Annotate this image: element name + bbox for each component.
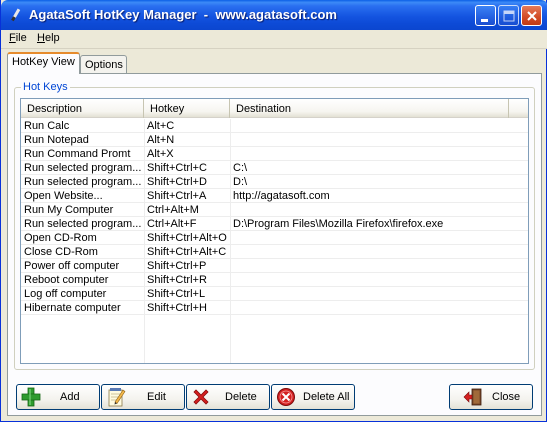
table-row[interactable]: Open Website... Shift+Ctrl+A http://agatas… [21,189,528,203]
cell-destination [230,245,528,259]
table-row[interactable]: Run Notepad Alt+N [21,133,528,147]
table-row[interactable]: Run selected program... Ctrl+Alt+F D:\Prog… [21,217,528,231]
cell-destination [230,273,528,287]
menu-help[interactable]: Help [37,32,60,44]
cell-destination [230,203,528,217]
column-filler [509,99,528,118]
hotkey-list[interactable]: Description Hotkey Destination Run Calc A… [20,98,529,364]
table-row[interactable]: Run selected program... Shift+Ctrl+C C:\ [21,161,528,175]
minimize-icon [481,19,488,22]
green-plus-icon [21,387,41,407]
close-button[interactable]: Close [449,384,533,410]
app-window: AgataSoft HotKey Manager - www.agatasoft… [0,0,547,422]
cell-description: Run My Computer [24,204,114,216]
close-icon [527,11,537,21]
close-label: Close [492,391,521,403]
cell-destination [230,287,528,301]
table-row[interactable]: Hibernate computer Shift+Ctrl+H [21,301,528,315]
red-x-icon [193,389,209,405]
column-destination[interactable]: Destination [230,99,509,118]
tab-panel: Hot Keys Description Hotkey Destination … [7,73,542,416]
cell-hotkey: Shift+Ctrl+P [147,260,207,272]
cell-description: Run selected program... [24,176,142,188]
table-row[interactable]: Close CD-Rom Shift+Ctrl+Alt+C [21,245,528,259]
title-bar[interactable]: AgataSoft HotKey Manager - www.agatasoft… [1,0,547,30]
add-button[interactable]: Add [16,384,100,410]
cell-destination [230,231,528,245]
table-row[interactable]: Run Calc Alt+C [21,119,528,133]
cell-destination [230,133,528,147]
cell-hotkey: Shift+Ctrl+Alt+C [147,246,227,258]
cell-description: Open Website... [24,190,103,202]
cell-destination: http://agatasoft.com [233,190,330,202]
delete-all-button[interactable]: Delete All [271,384,355,410]
cell-hotkey: Shift+Ctrl+R [147,274,207,286]
column-description[interactable]: Description [21,99,144,118]
red-circle-x-icon [277,388,295,406]
table-row[interactable]: Run My Computer Ctrl+Alt+M [21,203,528,217]
delete-button[interactable]: Delete [186,384,270,410]
cell-description: Run Notepad [24,134,89,146]
cell-hotkey: Ctrl+Alt+F [147,218,197,230]
tab-hotkey-view[interactable]: HotKey View [7,52,80,74]
cell-hotkey: Alt+N [147,134,175,146]
delete-all-label: Delete All [303,391,350,403]
table-row[interactable]: Run Command Promt Alt+X [21,147,528,161]
cell-description: Open CD-Rom [24,232,97,244]
cell-hotkey: Shift+Ctrl+H [147,302,207,314]
cell-destination [230,147,528,161]
cell-destination [230,119,528,133]
cell-hotkey: Alt+X [147,148,174,160]
cell-description: Run selected program... [24,218,142,230]
exit-door-icon [463,388,482,406]
window-title: AgataSoft HotKey Manager - www.agatasoft… [29,7,337,22]
list-body: Run Calc Alt+C Run Notepad Alt+N Run Command… [21,119,528,315]
menu-bar: File Help [1,30,547,49]
cell-hotkey: Shift+Ctrl+C [147,162,207,174]
close-window-button[interactable] [521,5,542,26]
cell-description: Run Calc [24,120,70,132]
table-row[interactable]: Log off computer Shift+Ctrl+L [21,287,528,301]
table-row[interactable]: Reboot computer Shift+Ctrl+R [21,273,528,287]
cell-description: Close CD-Rom [24,246,98,258]
cell-description: Run Command Promt [24,148,131,160]
cell-description: Log off computer [24,288,107,300]
table-row[interactable]: Run selected program... Shift+Ctrl+D D:\ [21,175,528,189]
hot-keys-group: Hot Keys Description Hotkey Destination … [14,81,535,370]
maximize-button[interactable] [498,5,519,26]
edit-button[interactable]: Edit [101,384,185,410]
cell-destination: D:\Program Files\Mozilla Firefox\firefox… [233,218,444,230]
cell-destination: C:\ [233,162,248,174]
delete-label: Delete [225,391,257,403]
table-row[interactable]: Open CD-Rom Shift+Ctrl+Alt+O [21,231,528,245]
tab-options[interactable]: Options [80,55,127,74]
edit-label: Edit [147,391,166,403]
cell-hotkey: Shift+Ctrl+A [147,190,207,202]
cell-description: Power off computer [24,260,120,272]
group-label: Hot Keys [21,81,70,93]
cell-destination [230,301,528,315]
cell-hotkey: Alt+C [147,120,175,132]
cell-destination [230,259,528,273]
cell-hotkey: Shift+Ctrl+Alt+O [147,232,227,244]
minimize-button[interactable] [475,5,496,26]
cell-description: Reboot computer [24,274,109,286]
cell-hotkey: Shift+Ctrl+D [147,176,207,188]
cell-destination: D:\ [233,176,248,188]
notepad-pencil-icon [108,388,126,407]
add-label: Add [60,391,80,403]
app-icon [11,8,21,22]
menu-file[interactable]: File [9,32,27,44]
table-row[interactable]: Power off computer Shift+Ctrl+P [21,259,528,273]
cell-description: Hibernate computer [24,302,121,314]
maximize-icon [503,10,515,22]
cell-hotkey: Ctrl+Alt+M [147,204,199,216]
column-hotkey[interactable]: Hotkey [144,99,230,118]
list-header: Description Hotkey Destination [21,99,528,118]
cell-hotkey: Shift+Ctrl+L [147,288,206,300]
cell-description: Run selected program... [24,162,142,174]
